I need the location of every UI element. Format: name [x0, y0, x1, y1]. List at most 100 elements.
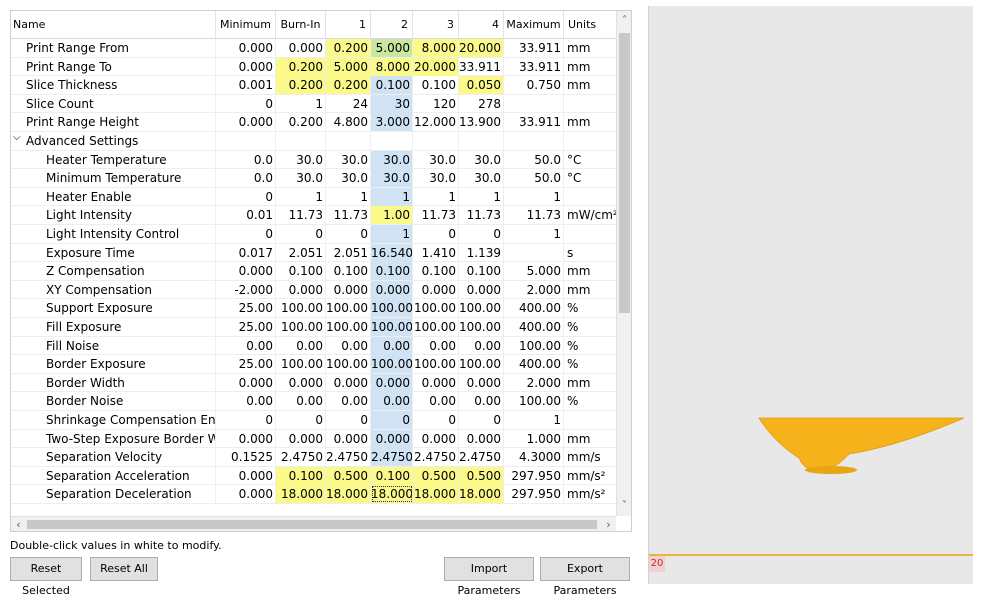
value-cell[interactable]: 0.200 — [326, 39, 371, 57]
value-cell[interactable]: 0.000 — [216, 39, 276, 57]
value-cell[interactable]: 2.051 — [276, 243, 326, 262]
value-cell[interactable]: 1.139 — [459, 243, 504, 262]
value-cell[interactable]: 30.0 — [413, 150, 459, 169]
value-cell[interactable]: 0 — [216, 225, 276, 243]
table-row[interactable]: Border Exposure 25.00 100.00 100.00 100.00 10… — [11, 355, 616, 374]
value-cell[interactable]: 0.100 — [413, 76, 459, 95]
value-cell[interactable]: 100.00 — [326, 355, 371, 374]
value-cell[interactable]: 11.73 — [276, 206, 326, 225]
value-cell[interactable]: 0.00 — [413, 392, 459, 411]
value-cell[interactable]: 0.000 — [216, 57, 276, 76]
value-cell[interactable]: 0.00 — [371, 336, 413, 355]
value-cell[interactable]: 100.00 — [413, 299, 459, 318]
export-parameters-button[interactable]: Export Parameters — [540, 557, 630, 597]
value-cell[interactable]: 0 — [276, 225, 326, 243]
table-row[interactable]: Slice Thickness 0.001 0.200 0.200 0.100 0.100… — [11, 76, 616, 95]
value-cell[interactable]: 2.4750 — [276, 448, 326, 467]
value-cell[interactable]: 0.000 — [459, 373, 504, 392]
value-cell[interactable]: 0.00 — [413, 336, 459, 355]
column-header-maximum[interactable]: Maximum — [504, 11, 564, 38]
value-cell[interactable]: 1.00 — [371, 206, 413, 225]
value-cell[interactable]: 1.410 — [413, 243, 459, 262]
value-cell[interactable]: 0.000 — [371, 373, 413, 392]
value-cell[interactable]: 18.000 — [413, 485, 459, 504]
value-cell[interactable]: 0.00 — [371, 392, 413, 411]
table-row[interactable]: XY Compensation -2.000 0.000 0.000 0.000 0.00… — [11, 280, 616, 300]
value-cell[interactable]: 11.73 — [413, 206, 459, 225]
value-cell[interactable]: 8.000 — [413, 39, 459, 57]
value-cell[interactable]: 0.000 — [216, 113, 276, 132]
value-cell[interactable]: 100.00 — [371, 318, 413, 336]
value-cell[interactable]: 0.050 — [459, 76, 504, 95]
value-cell[interactable]: 0.200 — [276, 76, 326, 95]
value-cell[interactable]: 100.00 — [413, 355, 459, 374]
value-cell[interactable]: 25.00 — [216, 318, 276, 336]
value-cell[interactable]: 30.0 — [459, 169, 504, 188]
value-cell[interactable]: 0.200 — [276, 113, 326, 132]
arrow-left-icon[interactable]: ‹ — [11, 517, 26, 531]
value-cell[interactable]: 0.000 — [216, 466, 276, 485]
table-row[interactable]: Separation Acceleration 0.000 0.100 0.500 0.… — [11, 466, 616, 486]
value-cell[interactable]: 2.4750 — [371, 448, 413, 467]
value-cell[interactable]: 278 — [459, 94, 504, 113]
value-cell[interactable]: 0 — [326, 225, 371, 243]
column-header-units[interactable]: Units — [564, 11, 616, 38]
value-cell[interactable]: 30.0 — [371, 169, 413, 188]
table-row[interactable]: Print Range To 0.000 0.200 5.000 8.000 20.000… — [11, 57, 616, 77]
table-row[interactable]: Separation Deceleration 0.000 18.000 18.000… — [11, 485, 616, 504]
value-cell[interactable]: 100.00 — [276, 355, 326, 374]
arrow-up-icon[interactable]: ˄ — [617, 13, 631, 29]
vertical-scroll-thumb[interactable] — [619, 33, 630, 313]
column-header-1[interactable]: 1 — [326, 11, 371, 38]
value-cell[interactable]: 0.100 — [371, 466, 413, 485]
column-header-burn-in[interactable]: Burn-In — [276, 11, 326, 38]
value-cell[interactable]: 13.900 — [459, 113, 504, 132]
value-cell[interactable]: 0.500 — [413, 466, 459, 485]
table-row[interactable]: Light Intensity 0.01 11.73 11.73 1.00 11.73 11… — [11, 206, 616, 225]
value-cell[interactable]: 0.000 — [326, 373, 371, 392]
value-cell[interactable]: 0.100 — [326, 262, 371, 281]
value-cell[interactable]: 120 — [413, 94, 459, 113]
value-cell[interactable]: 2.4750 — [459, 448, 504, 467]
value-cell[interactable]: 0 — [413, 411, 459, 429]
value-cell[interactable]: 4.800 — [326, 113, 371, 132]
value-cell[interactable]: 2.4750 — [326, 448, 371, 467]
reset-selected-button[interactable]: Reset Selected — [10, 557, 82, 597]
value-cell[interactable]: 5.000 — [371, 39, 413, 57]
value-cell[interactable]: 0.100 — [276, 466, 326, 485]
value-cell[interactable]: 30.0 — [413, 169, 459, 188]
value-cell[interactable]: 30.0 — [371, 150, 413, 169]
table-row[interactable]: Heater Enable 0 1 1 1 1 1 1 — [11, 187, 616, 207]
value-cell[interactable]: 0.00 — [276, 392, 326, 411]
value-cell[interactable]: 1 — [276, 187, 326, 206]
horizontal-scrollbar[interactable]: ‹ › — [11, 516, 616, 531]
import-parameters-button[interactable]: Import Parameters — [444, 557, 534, 597]
value-cell[interactable]: 0.00 — [216, 336, 276, 355]
value-cell[interactable]: 11.73 — [459, 206, 504, 225]
value-cell[interactable]: 0.00 — [326, 392, 371, 411]
table-row[interactable]: Shrinkage Compensation Enable0000001 — [11, 411, 616, 430]
value-cell[interactable]: 0 — [216, 411, 276, 429]
value-cell[interactable]: 0.000 — [459, 429, 504, 448]
value-cell[interactable]: 0.00 — [459, 392, 504, 411]
table-row[interactable]: Print Range From 0.000 0.000 0.200 5.000 8.00… — [11, 39, 616, 58]
value-cell[interactable]: 20.000 — [459, 39, 504, 57]
value-cell[interactable]: 0.000 — [371, 429, 413, 448]
value-cell[interactable]: 0 — [276, 411, 326, 429]
table-row[interactable]: Two-Step Exposure Border Width0.0000.000… — [11, 429, 616, 449]
value-cell[interactable]: 0.000 — [276, 373, 326, 392]
value-cell[interactable]: 0.000 — [216, 373, 276, 392]
value-cell[interactable]: 0.017 — [216, 243, 276, 262]
value-cell[interactable]: 1 — [371, 187, 413, 206]
value-cell[interactable]: 0.000 — [276, 280, 326, 299]
table-row[interactable]: Fill Exposure 25.00 100.00 100.00 100.00 100.… — [11, 318, 616, 337]
value-cell[interactable]: 0 — [371, 411, 413, 429]
value-cell[interactable]: 25.00 — [216, 355, 276, 374]
value-cell[interactable]: 25.00 — [216, 299, 276, 318]
column-header-3[interactable]: 3 — [413, 11, 459, 38]
reset-all-button[interactable]: Reset All — [90, 557, 158, 581]
value-cell[interactable]: 12.000 — [413, 113, 459, 132]
table-row[interactable]: Support Exposure 25.00 100.00 100.00 100.00 1… — [11, 299, 616, 318]
value-cell[interactable]: 18.000 — [371, 485, 413, 504]
value-cell[interactable]: 5.000 — [326, 57, 371, 76]
